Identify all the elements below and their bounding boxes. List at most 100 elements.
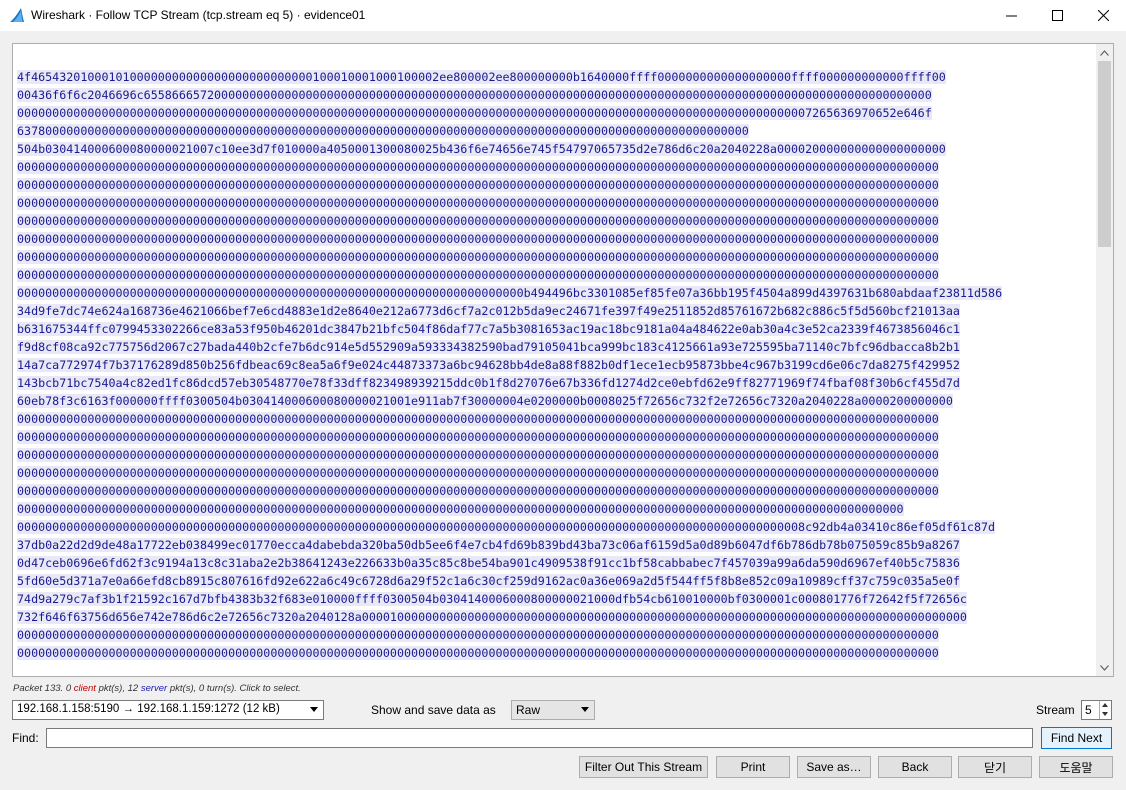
server-suffix: pkt(s), 0 turn(s). Click to select. xyxy=(169,683,301,694)
stream-line[interactable]: 0000000000000000000000000000000000000000… xyxy=(17,158,1095,176)
stream-line-text: 0000000000000000000000000000000000000000… xyxy=(17,628,939,642)
stream-line-text: 0000000000000000000000000000000000000000… xyxy=(17,106,932,120)
stream-line[interactable]: 0000000000000000000000000000000000000000… xyxy=(17,428,1095,446)
stream-line[interactable]: 37db0a22d2d9de48a17722eb038499ec01770ecc… xyxy=(17,536,1095,554)
find-next-button[interactable]: Find Next xyxy=(1041,727,1112,749)
stream-line[interactable]: 0d47ceb0696e6fd62f3c9194a13c8c31aba2e2b3… xyxy=(17,554,1095,572)
stream-text[interactable]: 4f46543201000101000000000000000000000000… xyxy=(17,68,1095,662)
minimize-icon xyxy=(1005,15,1017,17)
stream-line[interactable]: 0000000000000000000000000000000000000000… xyxy=(17,212,1095,230)
window-title: Wireshark · Follow TCP Stream (tcp.strea… xyxy=(31,8,366,22)
title-bar: Wireshark · Follow TCP Stream (tcp.strea… xyxy=(0,0,1126,31)
stream-status-line[interactable]: Packet 133. 0 client pkt(s), 12 server p… xyxy=(13,683,301,694)
stream-line[interactable]: 0000000000000000000000000000000000000000… xyxy=(17,248,1095,266)
stream-line[interactable]: 0000000000000000000000000000000000000000… xyxy=(17,284,1095,302)
close-window-button[interactable] xyxy=(1080,0,1126,31)
stream-line-text: 0000000000000000000000000000000000000000… xyxy=(17,466,939,480)
filter-out-stream-button[interactable]: Filter Out This Stream xyxy=(579,756,708,778)
server-count: 12 xyxy=(127,683,139,694)
stream-line[interactable]: 34d9fe7dc74e624a168736e4621066bef7e6cd48… xyxy=(17,302,1095,320)
stream-line[interactable]: 0000000000000000000000000000000000000000… xyxy=(17,194,1095,212)
scroll-down-icon[interactable] xyxy=(1096,659,1113,676)
chevron-down-icon xyxy=(581,707,589,712)
stream-line[interactable]: 0000000000000000000000000000000000000000… xyxy=(17,518,1095,536)
spin-up-icon[interactable] xyxy=(1102,703,1108,707)
stream-line-text: 0000000000000000000000000000000000000000… xyxy=(17,268,939,282)
data-format-value: Raw xyxy=(516,703,541,717)
stream-line[interactable]: 5fd60e5d371a7e0a66efd8cb8915c807616fd92e… xyxy=(17,572,1095,590)
stream-line-text: 0000000000000000000000000000000000000000… xyxy=(17,520,996,534)
find-input[interactable] xyxy=(46,728,1033,748)
spin-down-icon[interactable] xyxy=(1102,712,1108,716)
stream-line[interactable]: 143bcb71bc7540a4c82ed1fc86dcd57eb3054877… xyxy=(17,374,1095,392)
stream-line-text: 0000000000000000000000000000000000000000… xyxy=(17,250,939,264)
stream-line-text: 0000000000000000000000000000000000000000… xyxy=(17,646,939,660)
stream-line-text: 143bcb71bc7540a4c82ed1fc86dcd57eb3054877… xyxy=(17,376,960,390)
stream-line-text: 14a7ca772974f7b37176289d850b256fdbeac69c… xyxy=(17,358,960,372)
show-data-label: Show and save data as xyxy=(371,703,496,717)
stream-line[interactable]: 0000000000000000000000000000000000000000… xyxy=(17,230,1095,248)
stream-line[interactable]: 0000000000000000000000000000000000000000… xyxy=(17,626,1095,644)
scroll-up-icon[interactable] xyxy=(1096,44,1113,61)
spin-buttons[interactable] xyxy=(1099,701,1111,719)
stream-line[interactable]: 0000000000000000000000000000000000000000… xyxy=(17,464,1095,482)
stream-line-text: f9d8cf08ca92c775756d2067c27bada440b2cfe7… xyxy=(17,340,960,354)
stream-line-text: 4f46543201000101000000000000000000000000… xyxy=(17,70,946,84)
stream-line-text: 00436f6f6c2046696c6558666572000000000000… xyxy=(17,88,932,102)
stream-line[interactable]: 0000000000000000000000000000000000000000… xyxy=(17,176,1095,194)
stream-line[interactable]: 732f646f63756d656e742e786d6c2e72656c7320… xyxy=(17,608,1095,626)
stream-line-text: 37db0a22d2d9de48a17722eb038499ec01770ecc… xyxy=(17,538,960,552)
stream-line[interactable]: 4f46543201000101000000000000000000000000… xyxy=(17,68,1095,86)
stream-line-text: 732f646f63756d656e742e786d6c2e72656c7320… xyxy=(17,610,967,624)
stream-line[interactable]: 504b030414000600080000021007c10ee3d7f010… xyxy=(17,140,1095,158)
conversation-value: 192.168.1.158:5190 → 192.168.1.159:1272 … xyxy=(17,703,280,715)
stream-line[interactable]: b631675344ffc0799453302266ce83a53f950b46… xyxy=(17,320,1095,338)
stream-line[interactable]: 0000000000000000000000000000000000000000… xyxy=(17,266,1095,284)
server-word: server xyxy=(140,683,168,694)
close-button[interactable]: 닫기 xyxy=(958,756,1032,778)
stream-line[interactable]: 00436f6f6c2046696c6558666572000000000000… xyxy=(17,86,1095,104)
conversation-select[interactable]: 192.168.1.158:5190 → 192.168.1.159:1272 … xyxy=(12,700,324,720)
stream-line[interactable]: 0000000000000000000000000000000000000000… xyxy=(17,500,1095,518)
stream-line[interactable]: 6378000000000000000000000000000000000000… xyxy=(17,122,1095,140)
stream-line-text: 0000000000000000000000000000000000000000… xyxy=(17,448,939,462)
stream-line-text: 0000000000000000000000000000000000000000… xyxy=(17,286,1003,300)
client-suffix: pkt(s), xyxy=(98,683,125,694)
stream-line-text: 34d9fe7dc74e624a168736e4621066bef7e6cd48… xyxy=(17,304,960,318)
stream-line-text: 0000000000000000000000000000000000000000… xyxy=(17,178,939,192)
maximize-button[interactable] xyxy=(1034,0,1080,31)
stream-line-text: 60eb78f3c6163f000000ffff0300504b03041400… xyxy=(17,394,953,408)
stream-line[interactable]: 14a7ca772974f7b37176289d850b256fdbeac69c… xyxy=(17,356,1095,374)
stream-content-view[interactable]: 4f46543201000101000000000000000000000000… xyxy=(12,43,1114,677)
maximize-icon xyxy=(1051,10,1063,21)
stream-line-text: 0000000000000000000000000000000000000000… xyxy=(17,502,904,516)
stream-line[interactable]: 0000000000000000000000000000000000000000… xyxy=(17,446,1095,464)
stream-line-text: 0000000000000000000000000000000000000000… xyxy=(17,232,939,246)
vertical-scrollbar[interactable] xyxy=(1096,44,1113,676)
back-button[interactable]: Back xyxy=(878,756,952,778)
stream-label: Stream xyxy=(1036,703,1075,717)
stream-line-text: 74d9a279c7af3b1f21592c167d7bfb4383b32f68… xyxy=(17,592,967,606)
data-format-select[interactable]: Raw xyxy=(511,700,595,720)
stream-line[interactable]: 0000000000000000000000000000000000000000… xyxy=(17,410,1095,428)
minimize-button[interactable] xyxy=(988,0,1034,31)
scrollbar-thumb[interactable] xyxy=(1098,61,1111,247)
stream-line[interactable]: 60eb78f3c6163f000000ffff0300504b03041400… xyxy=(17,392,1095,410)
stream-line[interactable]: 0000000000000000000000000000000000000000… xyxy=(17,482,1095,500)
help-button[interactable]: 도움말 xyxy=(1039,756,1113,778)
stream-line[interactable]: 0000000000000000000000000000000000000000… xyxy=(17,644,1095,662)
close-icon xyxy=(1097,10,1109,21)
wireshark-fin-icon xyxy=(9,7,25,23)
stream-line[interactable]: f9d8cf08ca92c775756d2067c27bada440b2cfe7… xyxy=(17,338,1095,356)
find-label: Find: xyxy=(12,731,39,745)
save-as-button[interactable]: Save as… xyxy=(797,756,871,778)
stream-line-text: 0000000000000000000000000000000000000000… xyxy=(17,430,939,444)
stream-number-spinbox[interactable]: 5 xyxy=(1081,700,1112,720)
stream-line[interactable]: 0000000000000000000000000000000000000000… xyxy=(17,104,1095,122)
print-button[interactable]: Print xyxy=(716,756,790,778)
chevron-down-icon xyxy=(310,707,318,712)
client-word: client xyxy=(73,683,96,694)
stream-line-text: 0000000000000000000000000000000000000000… xyxy=(17,196,939,210)
stream-line[interactable]: 74d9a279c7af3b1f21592c167d7bfb4383b32f68… xyxy=(17,590,1095,608)
stream-line-text: 0d47ceb0696e6fd62f3c9194a13c8c31aba2e2b3… xyxy=(17,556,960,570)
